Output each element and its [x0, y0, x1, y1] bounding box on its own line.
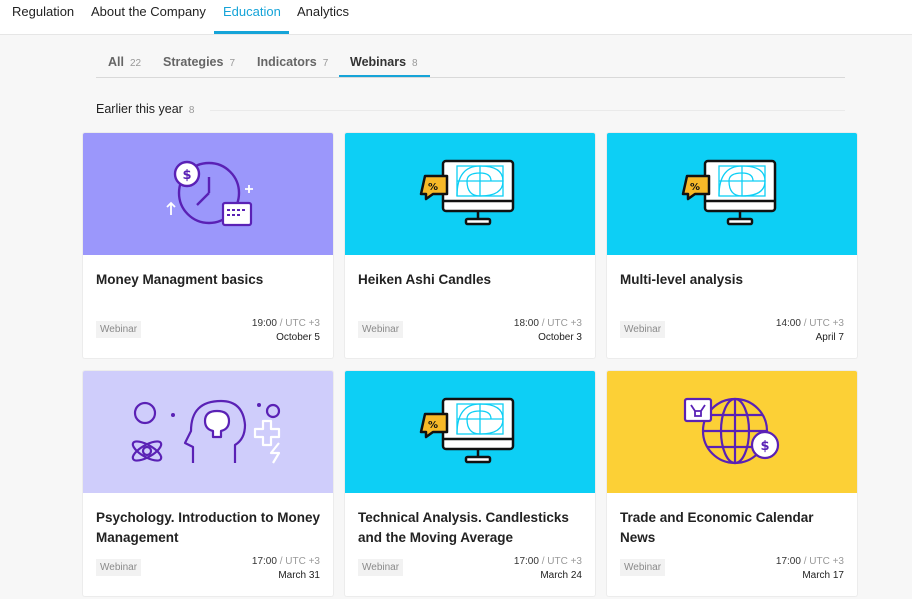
card-time: 19:00 / UTC +3 — [252, 318, 320, 329]
time-value: 19:00 — [251, 318, 277, 329]
card-date: March 17 — [802, 570, 844, 581]
card-time: 17:00 / UTC +3 — [514, 556, 582, 567]
globe-bull-icon: $ — [683, 397, 780, 465]
category-tabs: All 22 Strategies 7 Indicators 7 Webinars 8 — [96, 50, 845, 78]
webinar-tag: Webinar — [358, 321, 404, 338]
svg-text:$: $ — [760, 439, 769, 454]
card-title: Technical Analysis. Candlesticks and the… — [358, 510, 569, 545]
nav-analytics[interactable]: Analytics — [297, 4, 349, 19]
tab-count: 8 — [412, 58, 418, 69]
webinar-tag: Webinar — [96, 559, 142, 576]
monitor-chart-icon — [607, 133, 857, 255]
tab-active-indicator — [339, 75, 430, 77]
svg-text:$: $ — [182, 168, 191, 183]
tab-strategies[interactable]: Strategies 7 — [163, 55, 235, 69]
webinar-tag: Webinar — [620, 559, 666, 576]
time-value: 18:00 — [513, 318, 539, 329]
webinar-card[interactable]: $ Money Managment basics Webinar 19:00 /… — [83, 133, 333, 358]
webinar-tag: Webinar — [358, 559, 404, 576]
timezone: / UTC +3 — [541, 556, 582, 567]
timezone: / UTC +3 — [803, 556, 844, 567]
tab-all[interactable]: All 22 — [108, 55, 141, 69]
webinar-card[interactable]: Technical Analysis. Candlesticks and the… — [345, 371, 595, 596]
tab-indicators[interactable]: Indicators 7 — [257, 55, 328, 69]
timezone: / UTC +3 — [279, 318, 320, 329]
webinar-card[interactable]: Heiken Ashi Candles Webinar 18:00 / UTC … — [345, 133, 595, 358]
top-navigation: Regulation About the Company Education A… — [0, 0, 912, 35]
timezone: / UTC +3 — [803, 318, 844, 329]
section-count: 8 — [188, 105, 195, 116]
card-time: 18:00 / UTC +3 — [514, 318, 582, 329]
card-date: March 24 — [540, 570, 582, 581]
nav-regulation[interactable]: Regulation — [12, 4, 74, 19]
tab-count: 7 — [322, 58, 329, 69]
time-value: 17:00 — [775, 556, 801, 567]
tab-count: 7 — [229, 58, 236, 69]
card-date: October 3 — [538, 332, 582, 343]
nav-active-indicator — [214, 31, 289, 34]
section-divider — [210, 110, 845, 111]
tab-label: Indicators — [257, 55, 317, 69]
card-title: Trade and Economic Calendar News — [620, 510, 814, 545]
nav-education[interactable]: Education — [223, 4, 281, 19]
card-date: April 7 — [815, 332, 844, 343]
card-thumbnail — [345, 133, 595, 255]
time-value: 14:00 — [775, 318, 801, 329]
card-title: Psychology. Introduction to Money Manage… — [96, 510, 321, 545]
card-thumbnail — [607, 133, 857, 255]
card-time: 14:00 / UTC +3 — [776, 318, 844, 329]
timezone: / UTC +3 — [541, 318, 582, 329]
card-time: 17:00 / UTC +3 — [252, 556, 320, 567]
card-time: 17:00 / UTC +3 — [776, 556, 844, 567]
card-thumbnail: $ — [83, 133, 333, 255]
nav-about-company[interactable]: About the Company — [91, 4, 206, 19]
tab-label: Webinars — [350, 55, 407, 69]
tab-count: 22 — [129, 58, 142, 69]
card-date: March 31 — [278, 570, 320, 581]
webinar-card[interactable]: $ Trade and Economic Calendar News Webin… — [607, 371, 857, 596]
monitor-chart-icon — [345, 371, 595, 493]
card-title: Multi-level analysis — [620, 272, 744, 287]
webinar-tag: Webinar — [620, 321, 666, 338]
webinar-card[interactable]: Multi-level analysis Webinar 14:00 / UTC… — [607, 133, 857, 358]
webinar-card[interactable]: Psychology. Introduction to Money Manage… — [83, 371, 333, 596]
card-thumbnail — [345, 371, 595, 493]
timezone: / UTC +3 — [279, 556, 320, 567]
card-title: Money Managment basics — [96, 272, 264, 287]
section-heading: Earlier this year 8 — [96, 102, 194, 116]
tab-label: All — [108, 55, 124, 69]
clock-money-icon: $ — [166, 160, 253, 227]
monitor-chart-icon — [345, 133, 595, 255]
card-thumbnail: $ — [607, 371, 857, 493]
section-title: Earlier this year — [96, 102, 183, 116]
head-brain-icon — [131, 399, 281, 464]
tab-webinars[interactable]: Webinars 8 — [350, 55, 418, 69]
card-thumbnail — [83, 371, 333, 493]
webinar-tag: Webinar — [96, 321, 142, 338]
tab-label: Strategies — [163, 55, 224, 69]
card-date: October 5 — [276, 332, 320, 343]
time-value: 17:00 — [251, 556, 277, 567]
time-value: 17:00 — [513, 556, 539, 567]
card-title: Heiken Ashi Candles — [358, 272, 492, 287]
